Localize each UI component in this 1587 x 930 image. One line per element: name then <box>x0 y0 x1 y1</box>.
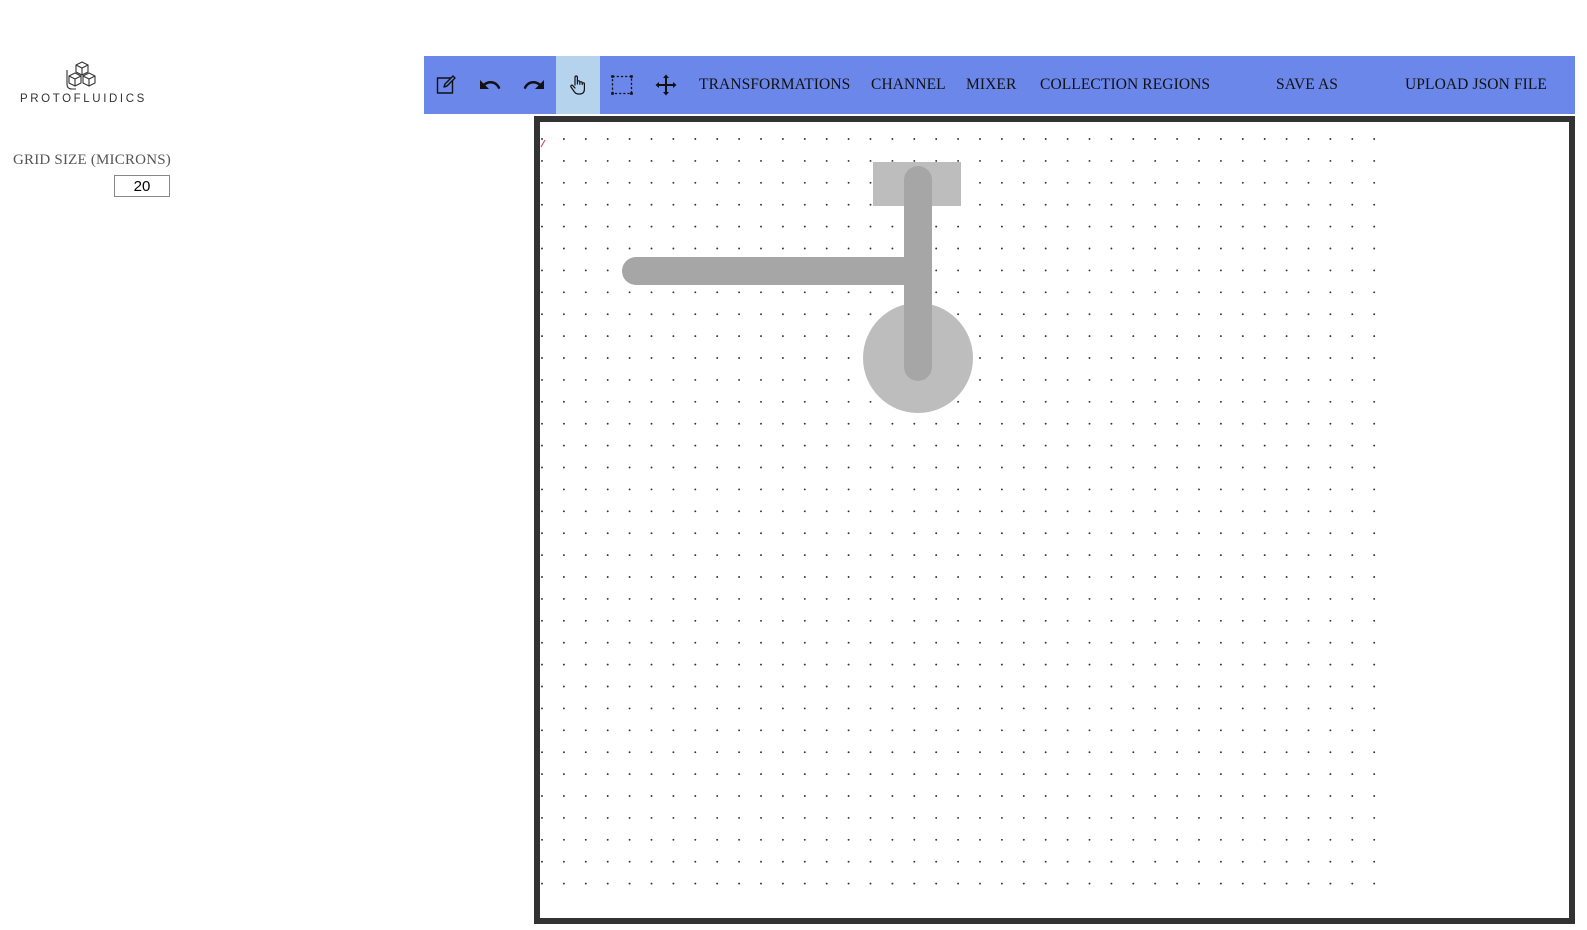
menu-transformations[interactable]: TRANSFORMATIONS <box>699 56 850 114</box>
menu-mixer[interactable]: MIXER <box>966 56 1016 114</box>
marquee-select-icon <box>611 75 633 95</box>
hand-icon <box>570 75 585 95</box>
move-tool-button[interactable] <box>644 56 688 114</box>
logo: PROTOFLUIDICS <box>18 58 148 110</box>
menu-channel[interactable]: CHANNEL <box>871 56 946 114</box>
menu-collection-regions[interactable]: COLLECTION REGIONS <box>1040 56 1210 114</box>
save-as-button[interactable]: SAVE AS <box>1276 56 1338 114</box>
toolbar: TRANSFORMATIONS CHANNEL MIXER COLLECTION… <box>424 56 1575 114</box>
design-canvas[interactable] <box>534 116 1575 924</box>
redo-icon <box>523 80 544 89</box>
undo-icon <box>480 80 501 89</box>
origin-marker <box>540 139 546 148</box>
pan-tool-button[interactable] <box>556 56 600 114</box>
edit-icon <box>436 75 456 94</box>
logo-text: PROTOFLUIDICS <box>20 93 147 105</box>
app-root: PROTOFLUIDICS GRID SIZE (MICRONS) 20 TRA… <box>0 0 1587 930</box>
redo-button[interactable] <box>512 56 556 114</box>
cubes-logo-icon <box>66 61 96 90</box>
marquee-select-button[interactable] <box>600 56 644 114</box>
grid-dots <box>541 138 1376 885</box>
grid-size-input[interactable] <box>114 175 170 197</box>
upload-json-button[interactable]: UPLOAD JSON FILE <box>1405 56 1547 114</box>
edit-tool-button[interactable] <box>424 56 468 114</box>
canvas-svg[interactable] <box>540 122 1569 918</box>
design-shapes[interactable] <box>622 162 973 413</box>
undo-button[interactable] <box>468 56 512 114</box>
move-icon <box>655 74 677 96</box>
grid-size-label: GRID SIZE (MICRONS) <box>13 152 171 168</box>
